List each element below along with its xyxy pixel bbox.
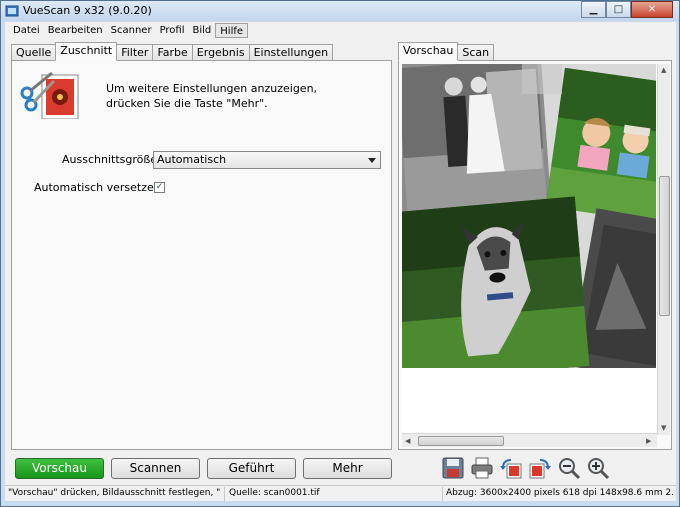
horizontal-scroll-thumb[interactable] xyxy=(418,436,504,446)
client-area: Quelle Zuschnitt Filter Farbe Ergebnis E… xyxy=(5,39,676,501)
status-divider xyxy=(442,487,443,501)
status-message: "Vorschau" drücken, Bildausschnitt festl… xyxy=(8,488,220,498)
maximize-button[interactable]: □ xyxy=(606,1,631,18)
menu-profil[interactable]: Profil xyxy=(156,23,189,38)
tab-zuschnitt[interactable]: Zuschnitt xyxy=(55,42,118,61)
tab-filter[interactable]: Filter xyxy=(116,44,154,61)
preview-vertical-scrollbar[interactable]: ▲ ▼ xyxy=(657,64,670,435)
tab-scan[interactable]: Scan xyxy=(457,44,495,61)
crop-settings-panel: Um weitere Einstellungen anzuzeigen, drü… xyxy=(11,60,392,450)
rotate-right-icon[interactable] xyxy=(528,456,552,480)
preview-image[interactable] xyxy=(402,64,656,368)
auto-offset-checkbox[interactable]: ✓ xyxy=(154,182,165,193)
zoom-out-icon[interactable] xyxy=(557,456,581,480)
crop-icon xyxy=(20,71,79,119)
print-icon[interactable] xyxy=(470,456,494,480)
auto-offset-label: Automatisch versetzen: xyxy=(34,181,165,194)
scroll-down-icon[interactable]: ▼ xyxy=(661,424,666,432)
status-output: Abzug: 3600x2400 pixels 618 dpi 148x98.6… xyxy=(446,488,674,498)
tab-vorschau[interactable]: Vorschau xyxy=(398,42,459,61)
hint-line-1: Um weitere Einstellungen anzuzeigen, xyxy=(106,82,318,95)
guided-button[interactable]: Geführt xyxy=(207,458,296,479)
scanned-photos-image xyxy=(402,64,656,368)
preview-panel: ▲ ▼ ◀ ▶ xyxy=(398,60,672,450)
app-icon xyxy=(5,5,19,17)
more-settings-hint: Um weitere Einstellungen anzuzeigen, drü… xyxy=(106,81,317,111)
rotate-left-icon[interactable] xyxy=(499,456,523,480)
menu-datei[interactable]: Datei xyxy=(9,23,44,38)
scroll-up-icon[interactable]: ▲ xyxy=(661,66,666,74)
status-source: Quelle: scan0001.tif xyxy=(229,488,320,498)
scroll-right-icon[interactable]: ▶ xyxy=(646,437,651,445)
save-icon[interactable] xyxy=(441,456,465,480)
preview-horizontal-scrollbar[interactable]: ◀ ▶ xyxy=(402,433,657,447)
title-bar: VueScan 9 x32 (9.0.20) ▁ □ ✕ xyxy=(1,1,679,21)
tab-quelle[interactable]: Quelle xyxy=(11,44,57,61)
settings-tabs: Quelle Zuschnitt Filter Farbe Ergebnis E… xyxy=(11,42,334,61)
hint-line-2: drücken Sie die Taste "Mehr". xyxy=(106,97,268,110)
zoom-in-icon[interactable] xyxy=(586,456,610,480)
scroll-left-icon[interactable]: ◀ xyxy=(405,437,410,445)
menu-bearbeiten[interactable]: Bearbeiten xyxy=(44,23,107,38)
crop-size-select[interactable]: Automatisch xyxy=(153,151,381,169)
menu-bild[interactable]: Bild xyxy=(189,23,216,38)
window-controls: ▁ □ ✕ xyxy=(581,1,673,19)
tab-einstellungen[interactable]: Einstellungen xyxy=(248,44,334,61)
close-button[interactable]: ✕ xyxy=(631,1,673,18)
menu-hilfe[interactable]: Hilfe xyxy=(215,23,249,38)
menu-scanner[interactable]: Scanner xyxy=(107,23,156,38)
menu-bar: Datei Bearbeiten Scanner Profil Bild Hil… xyxy=(5,22,676,39)
window-title: VueScan 9 x32 (9.0.20) xyxy=(23,4,152,17)
scan-button[interactable]: Scannen xyxy=(111,458,200,479)
preview-button[interactable]: Vorschau xyxy=(15,458,104,479)
view-tabs: Vorschau Scan xyxy=(398,42,495,61)
status-divider xyxy=(224,487,225,501)
crop-size-label: Ausschnittsgröße: xyxy=(62,153,161,166)
status-bar: "Vorschau" drücken, Bildausschnitt festl… xyxy=(5,485,676,501)
crop-size-value: Automatisch xyxy=(157,153,227,166)
chevron-down-icon xyxy=(368,158,376,163)
tab-ergebnis[interactable]: Ergebnis xyxy=(191,44,250,61)
minimize-button[interactable]: ▁ xyxy=(581,1,606,18)
more-button[interactable]: Mehr xyxy=(303,458,392,479)
tab-farbe[interactable]: Farbe xyxy=(152,44,193,61)
app-window: VueScan 9 x32 (9.0.20) ▁ □ ✕ Datei Bearb… xyxy=(0,0,680,507)
vertical-scroll-thumb[interactable] xyxy=(659,176,670,316)
preview-background xyxy=(402,368,656,432)
